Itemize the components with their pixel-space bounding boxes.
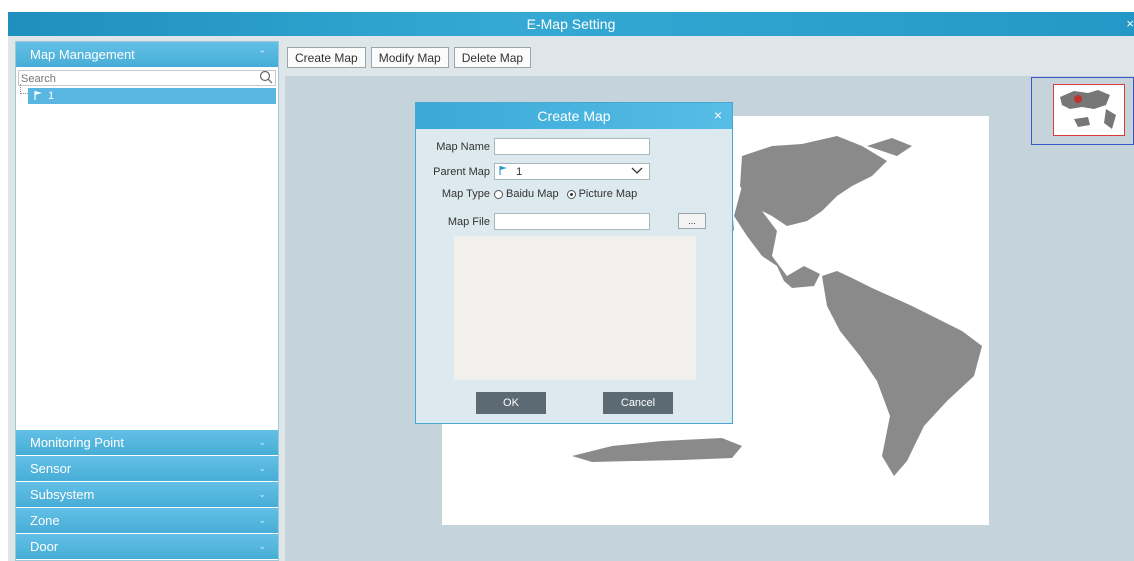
tree-item-map[interactable]: 1 (20, 84, 276, 104)
cancel-button[interactable]: Cancel (603, 392, 673, 414)
section-label: Door (30, 539, 59, 554)
map-file-label: Map File (447, 215, 490, 228)
search-icon[interactable] (259, 70, 273, 87)
map-type-label: Map Type (441, 188, 490, 200)
section-door[interactable]: Door ⌄ (16, 534, 278, 560)
delete-map-button[interactable]: Delete Map (453, 47, 532, 68)
section-label: Sensor (30, 461, 72, 476)
section-map-management[interactable]: Map Management ⌃ (16, 42, 278, 68)
map-type-row: Map Type Baidu Map Picture Map (416, 188, 645, 200)
window-title: E-Map Setting (526, 16, 616, 32)
map-name-row: Map Name (416, 138, 650, 155)
radio-baidu-map[interactable]: Baidu Map (494, 188, 559, 200)
create-map-button[interactable]: Create Map (287, 47, 366, 68)
chevron-down-icon (631, 166, 643, 178)
map-preview-area (454, 236, 696, 380)
section-monitoring-point[interactable]: Monitoring Point ⌄ (16, 430, 278, 456)
map-name-input[interactable] (494, 138, 650, 155)
section-label: Subsystem (30, 487, 95, 502)
sidebar: Map Management ⌃ 1 Monitoring Point ⌄ Se… (15, 41, 279, 561)
radio-off-icon (494, 189, 503, 199)
dialog-title-bar: Create Map × (416, 103, 732, 129)
section-subsystem[interactable]: Subsystem ⌄ (16, 482, 278, 508)
search-box (18, 70, 276, 86)
dialog-title: Create Map (537, 108, 611, 124)
create-map-dialog: Create Map × Map Name Parent Map 1 Map T… (415, 102, 733, 424)
radio-label: Baidu Map (506, 188, 559, 200)
chevron-down-icon: ⌄ (258, 515, 266, 525)
window-title-bar: E-Map Setting × (8, 12, 1134, 36)
chevron-down-icon: ⌄ (258, 437, 266, 447)
chevron-up-icon: ⌃ (258, 49, 266, 59)
modify-map-button[interactable]: Modify Map (370, 47, 449, 68)
section-sensor[interactable]: Sensor ⌄ (16, 456, 278, 482)
chevron-down-icon: ⌄ (258, 489, 266, 499)
flag-icon (34, 90, 44, 103)
map-toolbar: Create Map Modify Map Delete Map (287, 47, 532, 68)
parent-map-value: 1 (516, 166, 523, 178)
map-name-label: Map Name (436, 140, 490, 153)
section-label: Monitoring Point (30, 435, 124, 450)
section-zone[interactable]: Zone ⌄ (16, 508, 278, 534)
radio-on-icon (566, 189, 576, 199)
parent-map-select[interactable]: 1 (494, 163, 650, 180)
search-input[interactable] (19, 72, 275, 86)
dialog-close-icon[interactable]: × (714, 107, 722, 123)
sidebar-bottom-sections: Monitoring Point ⌄ Sensor ⌄ Subsystem ⌄ … (16, 430, 278, 560)
parent-map-label: Parent Map (433, 165, 490, 178)
tree-connector (20, 84, 28, 94)
section-label: Map Management (30, 47, 135, 62)
tree-item-label: 1 (48, 90, 55, 102)
map-file-input[interactable] (494, 213, 650, 230)
window-close-icon[interactable]: × (1126, 16, 1134, 31)
minimap[interactable] (1031, 77, 1134, 145)
map-file-row: Map File (416, 213, 650, 230)
parent-map-value-wrap: 1 (499, 165, 522, 178)
browse-button[interactable]: ... (678, 213, 706, 229)
chevron-down-icon: ⌄ (258, 541, 266, 551)
parent-map-row: Parent Map 1 (416, 163, 650, 180)
section-label: Zone (30, 513, 60, 528)
flag-icon (499, 166, 512, 178)
ok-button[interactable]: OK (476, 392, 546, 414)
chevron-down-icon: ⌄ (258, 463, 266, 473)
radio-picture-map[interactable]: Picture Map (566, 188, 638, 200)
minimap-viewport[interactable] (1053, 84, 1125, 136)
radio-label: Picture Map (578, 188, 638, 200)
